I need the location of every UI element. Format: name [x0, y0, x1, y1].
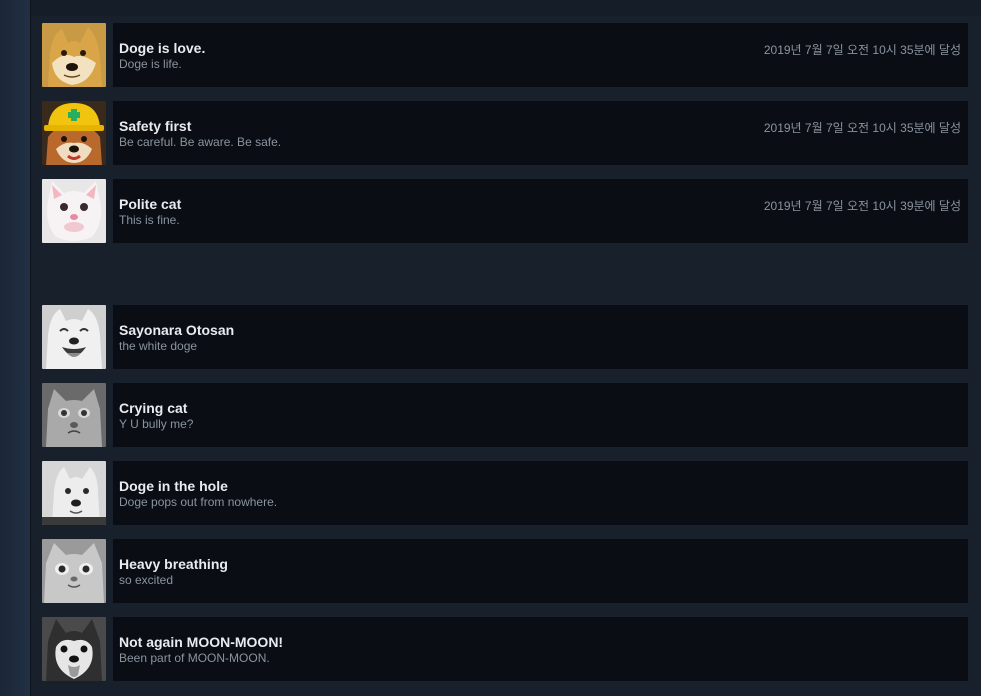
achievement-description: Y U bully me?	[119, 417, 194, 431]
achievement-title: Not again MOON-MOON!	[119, 634, 284, 650]
achievement-description: Doge is life.	[119, 57, 182, 71]
achievement-card: Crying cat Y U bully me?	[113, 383, 968, 447]
achievement-row-locked[interactable]: Crying cat Y U bully me?	[42, 383, 968, 447]
heavy-breathing-cat-icon	[42, 539, 106, 603]
achievement-card: Not again MOON-MOON! Been part of MOON-M…	[113, 617, 968, 681]
crying-cat-icon	[42, 383, 106, 447]
achievement-card: Safety first Be careful. Be aware. Be sa…	[113, 101, 968, 165]
achievement-row-locked[interactable]: Not again MOON-MOON! Been part of MOON-M…	[42, 617, 968, 681]
doge-in-hole-icon	[42, 461, 106, 525]
achievement-description: the white doge	[119, 339, 198, 353]
achievements-panel: Doge is love. Doge is life. 2019년 7월 7일 …	[31, 0, 981, 696]
achievement-row-locked[interactable]: Heavy breathing so excited	[42, 539, 968, 603]
achievement-description: so excited	[119, 573, 174, 587]
achievement-card: Heavy breathing so excited	[113, 539, 968, 603]
achievement-card: Sayonara Otosan the white doge	[113, 305, 968, 369]
hardhat-doge-icon	[42, 101, 106, 165]
doge-icon	[42, 23, 106, 87]
achievement-row-locked[interactable]: Doge in the hole Doge pops out from nowh…	[42, 461, 968, 525]
achievement-row-unlocked[interactable]: Polite cat This is fine. 2019년 7월 7일 오전 …	[42, 179, 968, 243]
achievement-row-unlocked[interactable]: Safety first Be careful. Be aware. Be sa…	[42, 101, 968, 165]
achievement-row-unlocked[interactable]: Doge is love. Doge is life. 2019년 7월 7일 …	[42, 23, 968, 87]
polite-cat-icon	[42, 179, 106, 243]
achievement-title: Polite cat	[119, 196, 182, 212]
achievement-title: Doge is love.	[119, 40, 206, 56]
achievement-title: Crying cat	[119, 400, 188, 416]
achievement-description: This is fine.	[119, 213, 180, 227]
unlock-date: 2019년 7월 7일 오전 10시 35분에 달성	[763, 121, 961, 135]
achievement-card: Doge is love. Doge is life. 2019년 7월 7일 …	[113, 23, 968, 87]
achievement-title: Safety first	[119, 118, 192, 134]
achievement-row-locked[interactable]: Sayonara Otosan the white doge	[42, 305, 968, 369]
achievement-description: Be careful. Be aware. Be safe.	[119, 135, 282, 149]
unlock-date: 2019년 7월 7일 오전 10시 39분에 달성	[763, 199, 961, 213]
husky-icon	[42, 617, 106, 681]
achievement-card: Doge in the hole Doge pops out from nowh…	[113, 461, 968, 525]
achievement-description: Doge pops out from nowhere.	[119, 495, 278, 509]
achievement-title: Sayonara Otosan	[119, 322, 235, 338]
achievement-title: Doge in the hole	[119, 478, 228, 494]
achievement-description: Been part of MOON-MOON.	[119, 651, 270, 665]
panel-top-strip	[31, 0, 981, 16]
white-doge-icon	[42, 305, 106, 369]
achievement-card: Polite cat This is fine. 2019년 7월 7일 오전 …	[113, 179, 968, 243]
unlock-date: 2019년 7월 7일 오전 10시 35분에 달성	[763, 43, 961, 57]
left-gutter	[0, 0, 30, 696]
achievement-title: Heavy breathing	[119, 556, 228, 572]
